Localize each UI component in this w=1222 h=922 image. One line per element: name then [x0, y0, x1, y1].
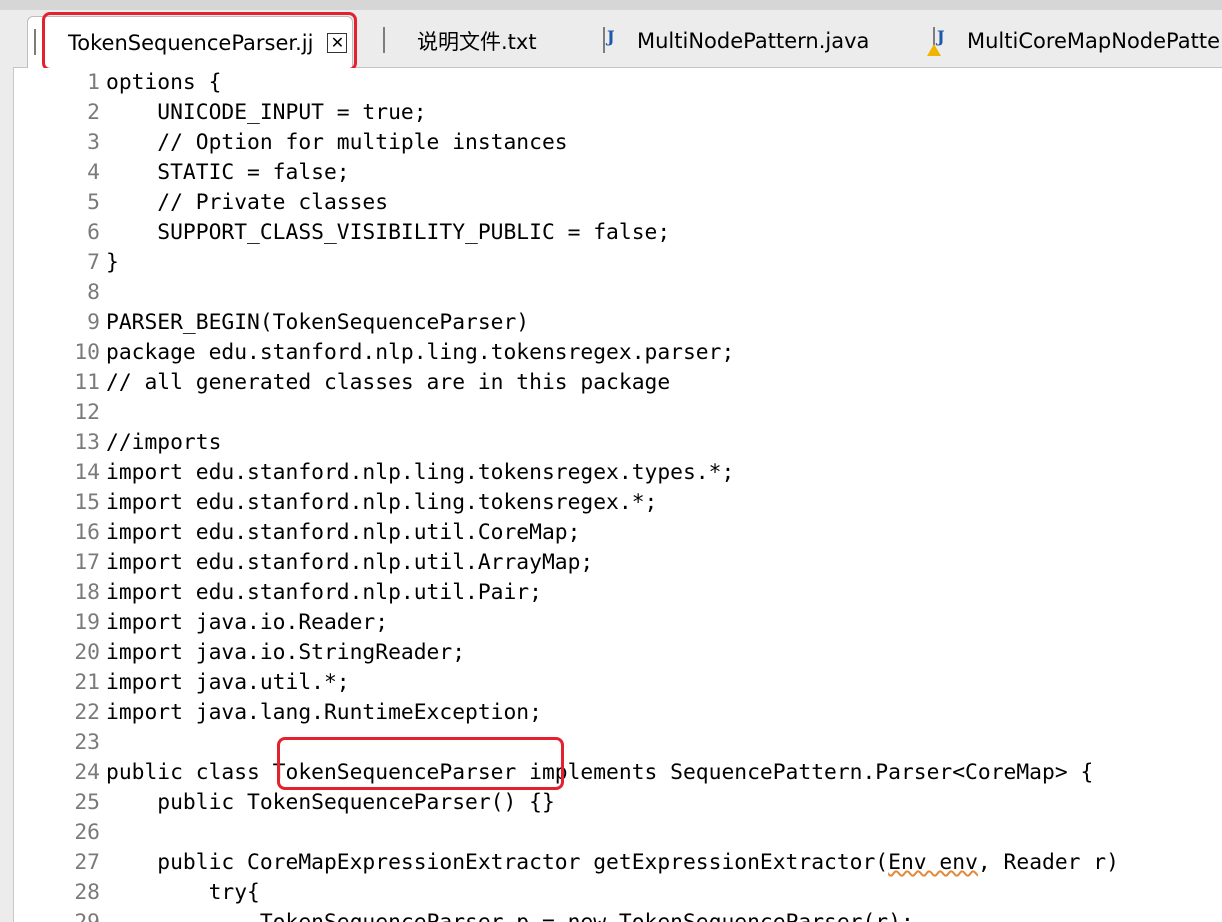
- line-number: 21: [74, 670, 100, 695]
- line-number: 11: [74, 370, 100, 395]
- code-text: PARSER_BEGIN(TokenSequenceParser): [106, 310, 530, 335]
- close-icon[interactable]: ✕: [327, 32, 348, 53]
- text-file-icon: [34, 28, 54, 56]
- code-text: SUPPORT_CLASS_VISIBILITY_PUBLIC = false;: [106, 220, 671, 245]
- code-text: public CoreMapExpressionExtractor getExp…: [106, 850, 1119, 875]
- line-number: 6: [87, 220, 100, 245]
- text-file-icon: [383, 27, 403, 54]
- line-number: 15: [74, 490, 100, 515]
- code-text: UNICODE_INPUT = true;: [106, 100, 427, 125]
- left-panel-edge: [0, 10, 14, 922]
- line-number: 17: [74, 550, 100, 575]
- line-number: 24: [74, 760, 100, 785]
- tab-label: TokenSequenceParser.jj: [68, 30, 314, 55]
- editor-tab-bar: TokenSequenceParser.jj ✕ 说明文件.txt J Mult…: [13, 10, 1222, 68]
- tab-label: 说明文件.txt: [417, 30, 537, 54]
- line-number: 4: [87, 160, 100, 185]
- line-number: 28: [74, 880, 100, 905]
- line-number: 20: [74, 640, 100, 665]
- code-text: import java.lang.RuntimeException;: [106, 700, 542, 725]
- code-text: try{: [106, 880, 260, 905]
- warning-squiggle: Env env: [888, 850, 978, 875]
- line-number: 16: [74, 520, 100, 545]
- line-number: 14: [74, 460, 100, 485]
- line-number: 12: [74, 400, 100, 425]
- tab-multicoremapnodepattern-java[interactable]: J MultiCoreMapNodePatte: [927, 16, 1221, 66]
- code-text: import edu.stanford.nlp.ling.tokensregex…: [106, 460, 735, 485]
- line-number: 29: [14, 908, 100, 922]
- code-text: import edu.stanford.nlp.util.Pair;: [106, 580, 542, 605]
- line-number: 3: [87, 130, 100, 155]
- line-number: 25: [74, 790, 100, 815]
- code-text: }: [106, 250, 119, 275]
- code-text: public class TokenSequenceParser impleme…: [106, 760, 1094, 785]
- line-number: 1: [87, 70, 100, 95]
- line-number: 8: [87, 280, 100, 305]
- line-number: 5: [87, 190, 100, 215]
- tab-label: MultiCoreMapNodePatte: [967, 29, 1221, 53]
- code-text: import java.io.StringReader;: [106, 640, 466, 665]
- line-number: 22: [74, 700, 100, 725]
- java-file-warning-icon: J: [927, 27, 953, 56]
- line-number: 7: [87, 250, 100, 275]
- java-file-icon: J: [603, 27, 623, 54]
- tab-readme-txt[interactable]: 说明文件.txt: [383, 16, 537, 66]
- code-editor[interactable]: 1 options {2 UNICODE_INPUT = true; 3 // Op…: [14, 68, 1222, 922]
- code-text: // Private classes: [106, 190, 389, 215]
- code-text: public TokenSequenceParser() {}: [106, 790, 555, 815]
- code-text: STATIC = false;: [106, 160, 350, 185]
- line-number: 27: [74, 850, 100, 875]
- code-text: import edu.stanford.nlp.ling.tokensregex…: [106, 490, 658, 515]
- code-text: // all generated classes are in this pac…: [106, 370, 671, 395]
- tab-label: MultiNodePattern.java: [637, 29, 870, 53]
- code-text: options {: [106, 70, 222, 95]
- code-text: import java.io.Reader;: [106, 610, 389, 635]
- code-text: TokenSequenceParser p = new TokenSequenc…: [106, 908, 914, 922]
- line-number: 10: [74, 340, 100, 365]
- line-number: 26: [74, 820, 100, 845]
- code-text: // Option for multiple instances: [106, 130, 568, 155]
- code-text: package edu.stanford.nlp.ling.tokensrege…: [106, 340, 735, 365]
- code-text: import edu.stanford.nlp.util.ArrayMap;: [106, 550, 594, 575]
- code-text: import edu.stanford.nlp.util.CoreMap;: [106, 520, 581, 545]
- line-number: 19: [74, 610, 100, 635]
- line-number: 18: [74, 580, 100, 605]
- code-text: //imports: [106, 430, 222, 455]
- line-number: 23: [74, 730, 100, 755]
- code-text: import java.util.*;: [106, 670, 350, 695]
- line-number: 13: [74, 430, 100, 455]
- line-number: 2: [87, 100, 100, 125]
- line-number: 9: [87, 310, 100, 335]
- tab-multinodepattern-java[interactable]: J MultiNodePattern.java: [603, 16, 869, 66]
- tab-tokensequenceparser-jj[interactable]: TokenSequenceParser.jj ✕: [27, 16, 353, 68]
